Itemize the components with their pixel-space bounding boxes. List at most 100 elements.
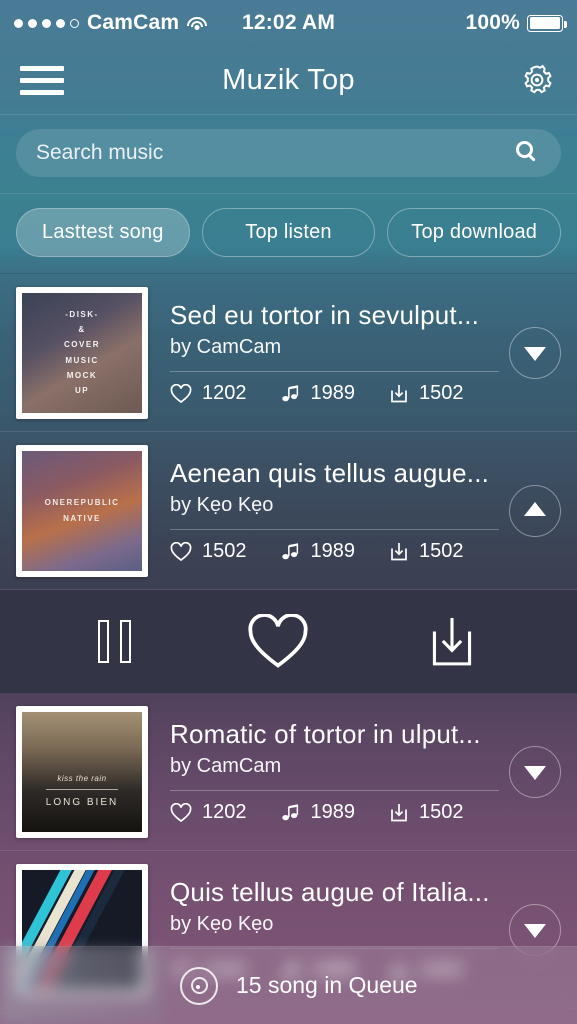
stat-downloads: 1502 — [389, 540, 464, 563]
navigation-bar: Muzik Top — [0, 46, 577, 114]
stat-downloads: 1502 — [389, 801, 464, 824]
album-art-text: UP — [74, 385, 90, 395]
stat-plays-value: 1989 — [310, 540, 356, 562]
filter-chip-top-listen[interactable]: Top listen — [201, 208, 376, 257]
stat-plays: 1989 — [281, 540, 356, 563]
wifi-icon — [187, 16, 208, 31]
stat-downloads: 1502 — [389, 382, 464, 405]
search-input[interactable] — [36, 141, 515, 165]
music-note-icon — [281, 542, 298, 559]
pause-button[interactable] — [98, 620, 131, 663]
album-art-text: & — [78, 325, 86, 335]
music-note-icon — [281, 803, 298, 820]
heart-outline-icon — [248, 613, 308, 668]
song-list: -DISK- & COVER MUSIC MOCK UP Sed eu tort… — [0, 274, 577, 1009]
song-artist: by Kẹo Kẹo — [170, 494, 274, 516]
stat-plays: 1989 — [281, 382, 356, 405]
player-action-panel — [0, 590, 577, 693]
song-title: Romatic of tortor in ulput... — [170, 719, 481, 749]
chevron-down-icon — [524, 924, 546, 938]
filter-chip-latest-song[interactable]: Lasttest song — [16, 208, 190, 257]
pause-icon-bar — [98, 620, 109, 663]
heart-outline-icon — [170, 541, 192, 561]
page-title: Muzik Top — [222, 63, 355, 96]
divider — [170, 371, 499, 372]
song-stats: 1202 1989 1502 — [170, 801, 499, 824]
song-collapse-toggle[interactable] — [509, 484, 561, 537]
battery-percent-label: 100% — [465, 11, 520, 34]
pause-icon-bar — [120, 620, 131, 663]
song-list-item[interactable]: kiss the rain LONG BIEN Romatic of torto… — [0, 693, 577, 851]
download-icon — [391, 543, 407, 561]
album-art-text: COVER — [64, 340, 100, 350]
status-bar-right: 100% — [465, 11, 567, 35]
album-art-text: ONEREPUBLIC — [44, 498, 120, 508]
album-art-text: MUSIC — [65, 355, 99, 365]
album-art-image: ONEREPUBLIC NATIVE — [22, 450, 142, 571]
download-icon — [391, 385, 407, 403]
stat-plays: 1989 — [281, 801, 356, 824]
download-icon — [432, 617, 472, 665]
search-bar[interactable] — [16, 129, 561, 177]
album-art-image: kiss the rain LONG BIEN — [22, 711, 142, 832]
song-artist: by CamCam — [170, 755, 282, 777]
stat-likes-value: 1202 — [202, 801, 247, 823]
signal-strength-icon — [14, 18, 79, 28]
queue-label: 15 song in Queue — [236, 972, 418, 998]
song-list-item[interactable]: ONEREPUBLIC NATIVE Aenean quis tellus au… — [0, 432, 577, 590]
song-meta: Sed eu tortor in sevulput... by CamCam 1… — [148, 300, 509, 405]
divider — [170, 790, 499, 791]
album-art: ONEREPUBLIC NATIVE — [16, 444, 148, 577]
queue-bar[interactable]: 15 song in Queue — [0, 946, 577, 1024]
music-note-icon — [281, 384, 298, 401]
song-title: Quis tellus augue of Italia... — [170, 877, 490, 907]
heart-outline-icon — [170, 802, 192, 822]
album-art-image: -DISK- & COVER MUSIC MOCK UP — [22, 292, 142, 413]
album-art-text: MOCK — [66, 370, 98, 380]
stat-likes: 1502 — [170, 540, 247, 563]
album-art: -DISK- & COVER MUSIC MOCK UP — [16, 286, 148, 419]
filter-chip-group: Lasttest song Top listen Top download — [0, 193, 577, 274]
chevron-down-icon — [524, 347, 546, 361]
search-icon[interactable] — [515, 140, 541, 166]
song-meta: Romatic of tortor in ulput... by CamCam … — [148, 719, 509, 824]
stat-likes: 1202 — [170, 382, 247, 405]
stat-plays-value: 1989 — [310, 382, 356, 404]
search-section — [0, 114, 577, 193]
stat-likes-value: 1502 — [202, 540, 247, 562]
album-art-text: LONG BIEN — [45, 788, 119, 812]
status-bar: CamCam 12:02 AM 100% — [0, 0, 577, 46]
divider — [170, 529, 499, 530]
stat-downloads-value: 1502 — [419, 540, 464, 562]
song-artist: by Kẹo Kẹo — [170, 913, 274, 935]
download-icon — [391, 804, 407, 822]
stat-likes-value: 1202 — [202, 382, 247, 404]
stat-downloads-value: 1502 — [419, 801, 464, 823]
song-meta: Aenean quis tellus augue... by Kẹo Kẹo 1… — [148, 458, 509, 563]
album-art: kiss the rain LONG BIEN — [16, 705, 148, 838]
album-art-text: -DISK- — [65, 309, 99, 319]
download-button[interactable] — [425, 613, 479, 671]
chevron-up-icon — [524, 502, 546, 516]
filter-chip-top-download[interactable]: Top download — [387, 208, 562, 257]
like-button[interactable] — [247, 613, 309, 670]
gear-icon[interactable] — [517, 60, 557, 100]
app-screen: CamCam 12:02 AM 100% Muzik Top Search mu… — [0, 0, 577, 1024]
heart-outline-icon — [170, 383, 192, 403]
stat-likes: 1202 — [170, 801, 247, 824]
vinyl-disc-icon — [180, 966, 218, 1005]
stat-downloads-value: 1502 — [419, 382, 464, 404]
battery-icon — [527, 14, 567, 32]
song-stats: 1202 1989 1502 — [170, 382, 499, 405]
song-stats: 1502 1989 1502 — [170, 540, 499, 563]
carrier-label: CamCam — [87, 11, 180, 34]
chevron-down-icon — [524, 766, 546, 780]
status-bar-left: CamCam — [14, 11, 208, 35]
song-expand-toggle[interactable] — [509, 745, 561, 798]
song-expand-toggle[interactable] — [509, 326, 561, 379]
song-title: Aenean quis tellus augue... — [170, 458, 490, 488]
stat-plays-value: 1989 — [310, 801, 356, 823]
song-artist: by CamCam — [170, 336, 282, 358]
song-list-item[interactable]: -DISK- & COVER MUSIC MOCK UP Sed eu tort… — [0, 274, 577, 432]
album-art-text: kiss the rain — [57, 774, 107, 784]
